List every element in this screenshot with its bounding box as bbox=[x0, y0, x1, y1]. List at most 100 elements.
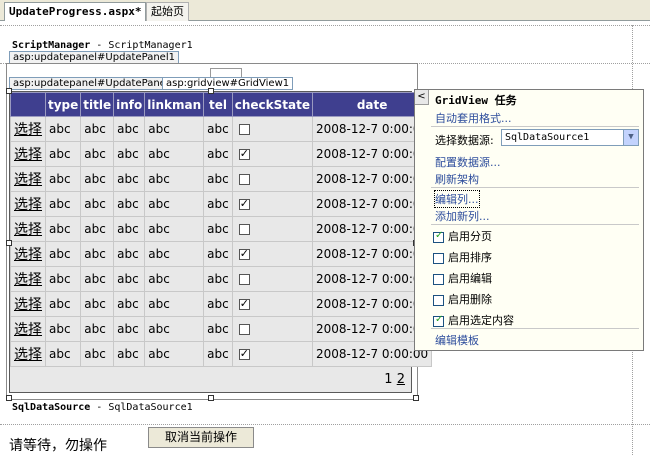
checkbox-icon[interactable] bbox=[433, 252, 444, 264]
choose-datasource-select[interactable]: SqlDataSource1 ▼ bbox=[501, 129, 639, 146]
checkstate-checkbox[interactable] bbox=[238, 147, 250, 160]
select-link[interactable]: 选择 bbox=[10, 116, 46, 142]
cell-type: abc bbox=[44, 291, 82, 317]
resize-handle[interactable] bbox=[208, 395, 214, 401]
gridview-pager: 1 2 bbox=[384, 372, 405, 387]
cell-info: abc bbox=[113, 316, 146, 342]
gridview-tag[interactable]: asp:gridview#GridView1 bbox=[162, 77, 294, 90]
task-option-label: 启用删除 bbox=[448, 293, 492, 306]
gridview[interactable]: type title info linkman tel checkState date 选择… bbox=[9, 91, 433, 393]
checkstate-checkbox[interactable] bbox=[238, 347, 250, 360]
select-link[interactable]: 选择 bbox=[10, 166, 46, 192]
cell-tel: abc bbox=[203, 166, 233, 192]
task-option-checkbox[interactable]: 启用排序 bbox=[433, 249, 492, 265]
checkstate-checkbox[interactable] bbox=[238, 224, 250, 235]
select-link[interactable]: 选择 bbox=[10, 191, 46, 217]
configure-datasource-link[interactable]: 配置数据源... bbox=[435, 154, 501, 170]
cell-info: abc bbox=[113, 216, 146, 242]
cell-title: abc bbox=[80, 266, 115, 292]
updatepanel2-tag[interactable]: asp:updatepanel#UpdatePanel2 bbox=[9, 77, 179, 90]
cell-linkman: abc bbox=[144, 291, 205, 317]
task-option-checkbox[interactable]: 启用删除 bbox=[433, 291, 492, 307]
table-row: 选择abcabcabcabcabc2008-12-7 0:00:00 bbox=[10, 116, 433, 142]
resize-handle[interactable] bbox=[6, 395, 12, 401]
cell-type: abc bbox=[44, 241, 82, 267]
checkbox-icon[interactable] bbox=[433, 273, 444, 285]
tab-start-page[interactable]: 起始页 bbox=[146, 2, 189, 21]
choose-datasource-value: SqlDataSource1 bbox=[505, 132, 590, 143]
table-row: 选择abcabcabcabcabc2008-12-7 0:00:00 bbox=[10, 216, 433, 242]
cell-title: abc bbox=[80, 241, 115, 267]
select-link[interactable]: 选择 bbox=[10, 141, 46, 167]
task-option-checkbox[interactable]: 启用编辑 bbox=[433, 270, 492, 286]
select-link[interactable]: 选择 bbox=[10, 216, 46, 242]
dropdown-arrow-icon[interactable]: ▼ bbox=[623, 130, 638, 145]
design-guide-line bbox=[0, 424, 650, 425]
tab-updateprogress-aspx[interactable]: UpdateProgress.aspx* bbox=[4, 2, 147, 21]
cancel-operation-button[interactable]: 取消当前操作 bbox=[148, 427, 254, 448]
checkbox-icon[interactable] bbox=[433, 314, 444, 327]
cell-title: abc bbox=[80, 316, 115, 342]
pager-page-link[interactable]: 2 bbox=[397, 372, 405, 387]
checkbox-icon[interactable] bbox=[433, 230, 444, 243]
cell-linkman: abc bbox=[144, 216, 205, 242]
sqldatasource-label[interactable]: SqlDataSource - SqlDataSource1 bbox=[12, 402, 193, 413]
checkstate-checkbox[interactable] bbox=[238, 197, 250, 210]
resize-handle[interactable] bbox=[208, 88, 214, 94]
cell-checkstate bbox=[231, 291, 314, 317]
auto-format-link[interactable]: 自动套用格式... bbox=[435, 110, 512, 126]
table-row: 选择abcabcabcabcabc2008-12-7 0:00:00 bbox=[10, 266, 433, 292]
select-link[interactable]: 选择 bbox=[10, 341, 46, 367]
resize-handle[interactable] bbox=[6, 240, 12, 246]
column-header: checkState bbox=[231, 92, 314, 117]
task-option-checkbox[interactable]: 启用分页 bbox=[433, 228, 492, 244]
checkbox-icon[interactable] bbox=[433, 294, 444, 306]
cell-tel: abc bbox=[203, 291, 233, 317]
cell-linkman: abc bbox=[144, 166, 205, 192]
edit-columns-link[interactable]: 编辑列... bbox=[434, 190, 480, 208]
edit-templates-link[interactable]: 编辑模板 bbox=[435, 332, 479, 348]
cell-type: abc bbox=[44, 341, 82, 367]
cell-checkstate bbox=[231, 316, 314, 342]
cell-title: abc bbox=[80, 166, 115, 192]
select-link[interactable]: 选择 bbox=[10, 316, 46, 342]
checkstate-checkbox[interactable] bbox=[238, 274, 250, 285]
cell-checkstate bbox=[231, 216, 314, 242]
task-option-label: 启用分页 bbox=[448, 230, 492, 243]
checkstate-checkbox[interactable] bbox=[238, 324, 250, 335]
task-option-label: 启用选定内容 bbox=[448, 314, 514, 327]
cell-info: abc bbox=[113, 241, 146, 267]
cell-checkstate bbox=[231, 166, 314, 192]
select-link[interactable]: 选择 bbox=[10, 266, 46, 292]
resize-handle[interactable] bbox=[413, 395, 419, 401]
gridview-table: type title info linkman tel checkState date 选择… bbox=[10, 92, 433, 367]
cell-linkman: abc bbox=[144, 116, 205, 142]
checkstate-checkbox[interactable] bbox=[238, 297, 250, 310]
checkstate-checkbox[interactable] bbox=[238, 124, 250, 135]
select-link[interactable]: 选择 bbox=[10, 241, 46, 267]
checkstate-checkbox[interactable] bbox=[238, 174, 250, 185]
add-column-link[interactable]: 添加新列... bbox=[435, 208, 490, 224]
table-row: 选择abcabcabcabcabc2008-12-7 0:00:00 bbox=[10, 291, 433, 317]
resize-handle[interactable] bbox=[6, 88, 12, 94]
separator bbox=[431, 328, 639, 329]
table-row: 选择abcabcabcabcabc2008-12-7 0:00:00 bbox=[10, 241, 433, 267]
select-link[interactable]: 选择 bbox=[10, 291, 46, 317]
task-option-checkbox[interactable]: 启用选定内容 bbox=[433, 312, 514, 328]
refresh-schema-link[interactable]: 刷新架构 bbox=[435, 171, 479, 187]
cell-tel: abc bbox=[203, 191, 233, 217]
cell-checkstate bbox=[231, 116, 314, 142]
cell-tel: abc bbox=[203, 241, 233, 267]
scriptmanager-label[interactable]: ScriptManager - ScriptManager1 bbox=[12, 40, 193, 51]
table-row: 选择abcabcabcabcabc2008-12-7 0:00:00 bbox=[10, 316, 433, 342]
collapse-arrow-icon[interactable]: < bbox=[415, 90, 429, 105]
separator bbox=[431, 126, 639, 127]
column-header: tel bbox=[203, 92, 233, 117]
table-row: 选择abcabcabcabcabc2008-12-7 0:00:00 bbox=[10, 341, 433, 367]
cell-linkman: abc bbox=[144, 341, 205, 367]
pager-current-page: 1 bbox=[384, 372, 393, 387]
cell-type: abc bbox=[44, 166, 82, 192]
cell-title: abc bbox=[80, 191, 115, 217]
checkstate-checkbox[interactable] bbox=[238, 247, 250, 260]
cell-checkstate bbox=[231, 141, 314, 167]
